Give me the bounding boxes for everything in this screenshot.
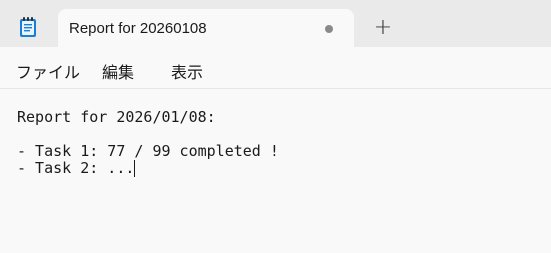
- tab-report[interactable]: Report for 20260108: [58, 9, 354, 47]
- document-line: Report for 2026/01/08:: [17, 108, 216, 126]
- text-caret: [134, 160, 136, 177]
- document-line: - Task 2: ...: [17, 159, 136, 177]
- tab-title: Report for 20260108: [69, 20, 207, 37]
- new-tab-button[interactable]: +: [372, 17, 394, 39]
- menu-item-edit[interactable]: 編集: [102, 59, 134, 83]
- menu-item-view[interactable]: 表示: [171, 59, 203, 83]
- document-line-text: - Task 2: ...: [17, 159, 135, 177]
- document-line: - Task 1: 77 / 99 completed !: [17, 142, 279, 160]
- menu-bar: ファイル 編集 表示: [0, 47, 551, 89]
- notepad-window: Report for 20260108 + ファイル 編集 表示 Report …: [0, 0, 551, 253]
- menu-item-file[interactable]: ファイル: [16, 59, 80, 83]
- unsaved-dot-icon[interactable]: [325, 25, 333, 33]
- text-editor[interactable]: Report for 2026/01/08: - Task 1: 77 / 99…: [0, 89, 551, 253]
- title-bar: Report for 20260108 +: [0, 0, 551, 47]
- notepad-icon[interactable]: [18, 16, 38, 38]
